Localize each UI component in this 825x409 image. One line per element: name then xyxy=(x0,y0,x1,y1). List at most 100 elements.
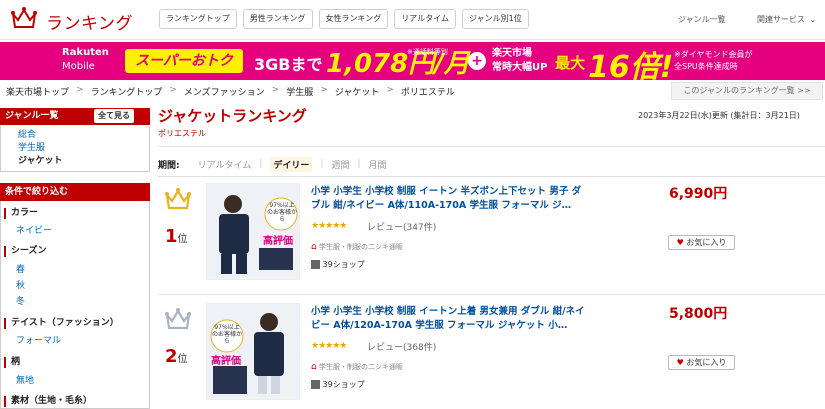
breadcrumb-item[interactable]: 楽天市場トップ xyxy=(6,85,69,98)
rank-value: 2 xyxy=(165,346,178,367)
ranking-item: 1位 97%以上のお客様から 高評価 小学 小学生 小学校 制服 イートン 半ズ… xyxy=(158,180,825,300)
divider xyxy=(158,146,825,147)
breadcrumb-separator-icon: > xyxy=(169,85,177,95)
product-name-link[interactable]: 小学 小学生 小学校 制服 イートン上着 男女兼用 ダブル 紺/ネイビー A体/… xyxy=(311,305,589,333)
period-separator: | xyxy=(357,159,361,169)
silver-crown-icon xyxy=(165,308,191,330)
breadcrumb-separator-icon: > xyxy=(386,85,394,95)
shop-tagline-text: 学生服・制服の二シキ通販 xyxy=(318,243,403,251)
top-header: ランキング ランキングトップ 男性ランキング 女性ランキング リアルタイム ジャ… xyxy=(0,0,825,40)
banner-ichiba-line2: 常時大幅UP xyxy=(492,62,548,73)
divider xyxy=(158,176,825,177)
banner-ichiba-line1: 楽天市場 xyxy=(492,48,532,59)
tab-male-ranking[interactable]: 男性ランキング xyxy=(242,9,313,29)
thumb-rating: 高評価 xyxy=(263,236,293,247)
add-favorite-button[interactable]: ♥ お気に入り xyxy=(668,235,735,250)
breadcrumb-item[interactable]: ジャケット xyxy=(335,85,380,98)
filter-option-plain[interactable]: 無地 xyxy=(16,373,34,386)
star-rating: ★★★★★ xyxy=(311,341,347,351)
period-separator: | xyxy=(320,159,324,169)
shop-name[interactable]: 39ショップ xyxy=(311,379,365,390)
genre-item[interactable]: 総合 xyxy=(18,129,63,142)
super-otoku-label: スーパーおトク xyxy=(125,49,243,73)
thumb-rating: 高評価 xyxy=(211,356,241,367)
period-monthly[interactable]: 月間 xyxy=(369,158,387,171)
page-subtitle: ポリエステル xyxy=(158,129,206,138)
ranking-item: 2位 97%以上のお客様から 高評価 小学 小学生 小学校 制服 イートン上着 … xyxy=(158,300,825,409)
period-realtime[interactable]: リアルタイム xyxy=(198,158,252,171)
breadcrumb-separator-icon: > xyxy=(271,85,280,95)
filter-option-winter[interactable]: 冬 xyxy=(16,294,25,307)
product-image[interactable]: 97%以上のお客様から 高評価 xyxy=(206,303,300,400)
breadcrumb: 楽天市場トップ > ランキングトップ > メンズファッション > 学生服 > ジャケット… xyxy=(6,85,455,98)
shop-tagline[interactable]: ⌂ 学生服・制服の二シキ通販 xyxy=(311,362,403,372)
period-weekly[interactable]: 週間 xyxy=(331,158,349,171)
banner-brand-line2: Mobile xyxy=(62,61,95,72)
rank-value: 1 xyxy=(165,226,178,247)
favorite-label: お気に入り xyxy=(686,358,727,367)
heart-icon: ♥ xyxy=(676,238,684,247)
breadcrumb-item[interactable]: ランキングトップ xyxy=(91,85,163,98)
breadcrumb-separator-icon: > xyxy=(76,85,84,95)
shop-name[interactable]: 39ショップ xyxy=(311,259,365,270)
shop-home-icon: ⌂ xyxy=(311,242,317,252)
review-count-link[interactable]: レビュー(368件) xyxy=(367,340,436,353)
product-image[interactable]: 97%以上のお客様から 高評価 xyxy=(206,183,300,280)
filter-option-autumn[interactable]: 秋 xyxy=(16,278,25,291)
related-services-label: 関連サービス xyxy=(757,15,805,24)
genre-list-link[interactable]: ジャンル一覧 xyxy=(678,14,726,25)
top-nav: ランキングトップ 男性ランキング 女性ランキング リアルタイム ジャンル別1位 xyxy=(159,9,529,29)
banner-ichiba: 楽天市場 常時大幅UP xyxy=(492,47,547,75)
see-all-button[interactable]: 全て見る xyxy=(94,109,134,123)
genre-list: 総合 学生服 ジャケット xyxy=(18,129,63,168)
add-favorite-button[interactable]: ♥ お気に入り xyxy=(668,355,735,370)
filter-option-formal[interactable]: フォーマル xyxy=(16,333,61,346)
tab-female-ranking[interactable]: 女性ランキング xyxy=(318,9,389,29)
breadcrumb-item[interactable]: メンズファッション xyxy=(184,85,265,98)
genre-item[interactable]: 学生服 xyxy=(18,142,63,155)
divider xyxy=(158,294,825,295)
shop-badge-icon xyxy=(311,380,320,389)
filter-category-season: シーズン xyxy=(4,246,47,257)
thumb-badge: 97%以上のお客様から xyxy=(267,202,298,223)
update-date: 2023年3月22日(水)更新 (集計日：3月21日) xyxy=(638,111,800,120)
crown-logo-icon[interactable] xyxy=(10,6,38,30)
shop-name-text: 39ショップ xyxy=(322,380,365,389)
tab-realtime[interactable]: リアルタイム xyxy=(394,9,457,29)
breadcrumb-item[interactable]: ポリエステル xyxy=(401,85,455,98)
chevron-down-icon: ⌄ xyxy=(809,15,817,24)
genre-ranking-list-button[interactable]: このジャンルのランキング一覧 >> xyxy=(671,82,823,100)
filter-option-spring[interactable]: 春 xyxy=(16,262,25,275)
filter-option-navy[interactable]: ネイビー xyxy=(16,223,52,236)
period-daily[interactable]: デイリー xyxy=(270,156,313,172)
banner-multiplier: 16倍! xyxy=(588,50,674,80)
favorite-label: お気に入り xyxy=(686,238,727,247)
related-services-menu[interactable]: 関連サービス ⌄ xyxy=(757,14,816,25)
filter-category-taste: テイスト（ファッション） xyxy=(4,318,119,329)
banner-note-b-line2: 全SPU条件達成時 xyxy=(674,62,738,71)
period-separator: | xyxy=(259,159,263,169)
shop-tagline-text: 学生服・制服の二シキ通販 xyxy=(318,363,403,371)
period-label: 期間: xyxy=(158,160,180,171)
period-selector: 期間: リアルタイム | デイリー | 週間 | 月間 xyxy=(158,155,825,173)
shop-tagline[interactable]: ⌂ 学生服・制服の二シキ通販 xyxy=(311,242,403,252)
rakuten-mobile-banner[interactable]: Rakuten Mobile スーパーおトク 3GBまで 1,078円/月 ※通… xyxy=(0,42,825,80)
product-price: 5,800円 xyxy=(669,306,728,322)
ranking-logo-text[interactable]: ランキング xyxy=(46,9,133,34)
banner-note-b: ※ダイヤモンド会員が 全SPU条件達成時 xyxy=(674,49,752,73)
shop-badge-icon xyxy=(311,260,320,269)
banner-gb-text: 3GBまで xyxy=(254,55,323,74)
review-count-link[interactable]: レビュー(347件) xyxy=(367,220,436,233)
breadcrumb-item[interactable]: 学生服 xyxy=(286,85,313,98)
banner-brand-line1: Rakuten xyxy=(62,47,109,58)
rank-number: 2位 xyxy=(165,346,188,367)
tab-ranking-top[interactable]: ランキングトップ xyxy=(159,9,237,29)
filter-category-color: カラー xyxy=(4,208,38,219)
tab-genre-first[interactable]: ジャンル別1位 xyxy=(462,9,529,29)
genre-item-current: ジャケット xyxy=(18,156,63,166)
thumb-badge: 97%以上のお客様から xyxy=(212,324,243,345)
banner-note-a: ※通話料等別 xyxy=(407,48,448,56)
product-name-link[interactable]: 小学 小学生 小学校 制服 イートン 半ズボン上下セット 男子 ダブル 紺/ネイ… xyxy=(311,185,589,213)
plus-icon: + xyxy=(468,52,486,70)
banner-note-b-line1: ※ダイヤモンド会員が xyxy=(674,50,753,59)
